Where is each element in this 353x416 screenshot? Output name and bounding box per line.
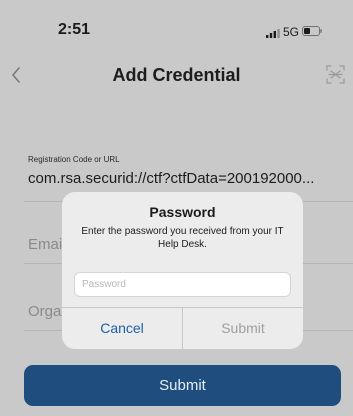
dialog-message: Enter the password you received from you… xyxy=(81,226,284,250)
dialog-submit-button[interactable]: Submit xyxy=(183,308,303,349)
nav-bar: Add Credential xyxy=(0,56,353,96)
dialog-title: Password xyxy=(149,204,216,220)
status-bar: 2:51 5G xyxy=(0,0,353,56)
registration-code-field[interactable]: com.rsa.securid://ctf?ctfData=200192000.… xyxy=(28,170,343,187)
dialog-cancel-button[interactable]: Cancel xyxy=(62,308,182,349)
status-time: 2:51 xyxy=(58,21,91,38)
network-type: 5G xyxy=(283,25,300,39)
submit-button[interactable]: Submit xyxy=(24,365,341,406)
password-dialog: Password Enter the password you received… xyxy=(62,192,303,349)
signal-icon xyxy=(266,29,280,38)
page-title: Add Credential xyxy=(112,65,241,85)
organization-field-label[interactable]: Orga xyxy=(28,303,61,320)
battery-icon xyxy=(302,26,322,36)
password-input[interactable] xyxy=(74,272,291,297)
registration-code-label: Registration Code or URL xyxy=(28,155,120,164)
qr-scan-icon[interactable] xyxy=(326,65,345,84)
email-field-label[interactable]: Emai xyxy=(28,236,62,253)
